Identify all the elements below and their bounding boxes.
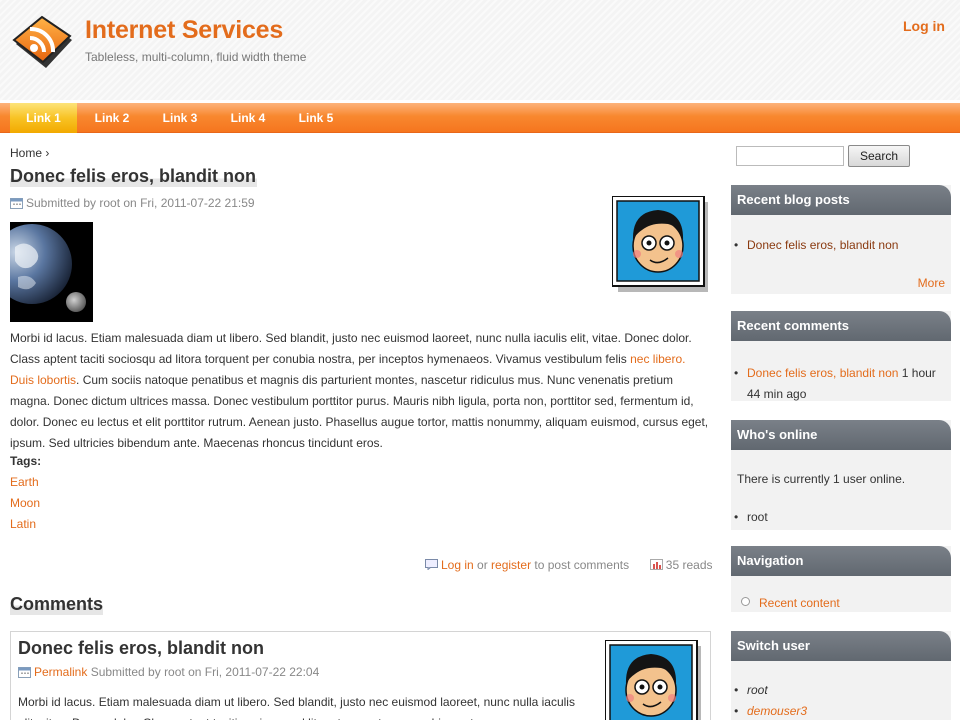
nav-link-1[interactable]: Link 1 (10, 103, 77, 133)
login-to-comment-link[interactable]: Log in (441, 558, 474, 572)
node-title[interactable]: Donec felis eros, blandit non (10, 166, 258, 187)
recent-comment-link[interactable]: Donec felis eros, blandit non (747, 366, 898, 380)
comment-meta: Permalink Submitted by root on Fri, 2011… (18, 665, 319, 679)
register-link[interactable]: register (491, 558, 531, 572)
nav-recent-content-link[interactable]: Recent content (759, 596, 840, 610)
comments-heading: Comments (10, 594, 104, 615)
online-user[interactable]: root (734, 510, 767, 524)
body-text-part2: . Cum sociis natoque penatibus et magnis… (10, 373, 709, 450)
calendar-icon (18, 667, 31, 678)
recent-posts-more-link[interactable]: More (918, 276, 945, 290)
author-avatar[interactable] (612, 196, 708, 292)
block-title-whos-online: Who's online (731, 420, 951, 450)
recent-comment-item: Donec felis eros, blandit non 1 hour 44 m… (734, 363, 947, 405)
circle-bullet-icon (741, 597, 750, 606)
submitted-text: Submitted by root on Fri, 2011-07-22 21:… (26, 196, 255, 210)
primary-nav: Link 1 Link 2 Link 3 Link 4 Link 5 (0, 103, 960, 133)
reads-count: 35 reads (665, 558, 713, 572)
online-count-text: There is currently 1 user online. (737, 472, 906, 486)
site-name[interactable]: Internet Services (85, 16, 283, 45)
nav-link-2[interactable]: Link 2 (79, 103, 145, 133)
nav-link-5[interactable]: Link 5 (283, 103, 349, 133)
tag-earth[interactable]: Earth (10, 475, 39, 489)
comment-title[interactable]: Donec felis eros, blandit non (18, 638, 264, 659)
comment-permalink[interactable]: Permalink (34, 665, 87, 679)
block-recent-comments: Recent comments Donec felis eros, blandi… (731, 311, 951, 401)
switch-user-demouser3[interactable]: demouser3 (734, 704, 807, 718)
comment-item: Donec felis eros, blandit non Permalink … (10, 631, 711, 720)
links-or: or (473, 558, 492, 572)
comment-body: Morbi id lacus. Etiam malesuada diam ut … (18, 695, 575, 720)
block-navigation: Navigation Recent content (731, 546, 951, 612)
rss-logo-icon[interactable] (10, 14, 76, 74)
block-title-switch-user: Switch user (731, 631, 951, 661)
comment-author-avatar[interactable] (605, 640, 701, 720)
recent-comment-time: 1 hour (898, 366, 936, 380)
stats-icon (649, 559, 663, 570)
tags-label: Tags: (10, 454, 42, 468)
search-input[interactable] (736, 146, 844, 166)
comment-icon (425, 559, 438, 570)
node-links: Log in or register to post comments 35 r… (425, 558, 713, 572)
tag-latin[interactable]: Latin (10, 517, 36, 531)
recent-post-link[interactable]: Donec felis eros, blandit non (734, 238, 898, 252)
block-title-navigation: Navigation (731, 546, 951, 576)
tag-moon[interactable]: Moon (10, 496, 40, 510)
block-recent-blog-posts: Recent blog posts Donec felis eros, blan… (731, 185, 951, 294)
body-text-part1: Morbi id lacus. Etiam malesuada diam ut … (10, 331, 692, 366)
comment-submitted: Submitted by root on Fri, 2011-07-22 22:… (87, 665, 320, 679)
block-switch-user: Switch user root demouser3 (731, 631, 951, 720)
search-button[interactable]: Search (848, 145, 910, 167)
breadcrumb[interactable]: Home › (10, 146, 49, 160)
node-submitted: Submitted by root on Fri, 2011-07-22 21:… (10, 196, 255, 210)
nav-link-4[interactable]: Link 4 (215, 103, 281, 133)
header-login-link[interactable]: Log in (903, 18, 945, 34)
recent-comment-time-2: 44 min ago (747, 387, 807, 401)
earth-moon-image[interactable] (10, 222, 93, 322)
block-title-recent-comments: Recent comments (731, 311, 951, 341)
node-body: Morbi id lacus. Etiam malesuada diam ut … (10, 328, 710, 454)
block-title-recent-blog-posts: Recent blog posts (731, 185, 951, 215)
nav-link-3[interactable]: Link 3 (147, 103, 213, 133)
site-slogan: Tableless, multi-column, fluid width the… (85, 50, 307, 64)
switch-user-root[interactable]: root (734, 683, 767, 697)
calendar-icon (10, 198, 23, 209)
links-to-post: to post comments (531, 558, 630, 572)
site-header: Internet Services Tableless, multi-colum… (0, 0, 960, 100)
block-whos-online: Who's online There is currently 1 user o… (731, 420, 951, 530)
